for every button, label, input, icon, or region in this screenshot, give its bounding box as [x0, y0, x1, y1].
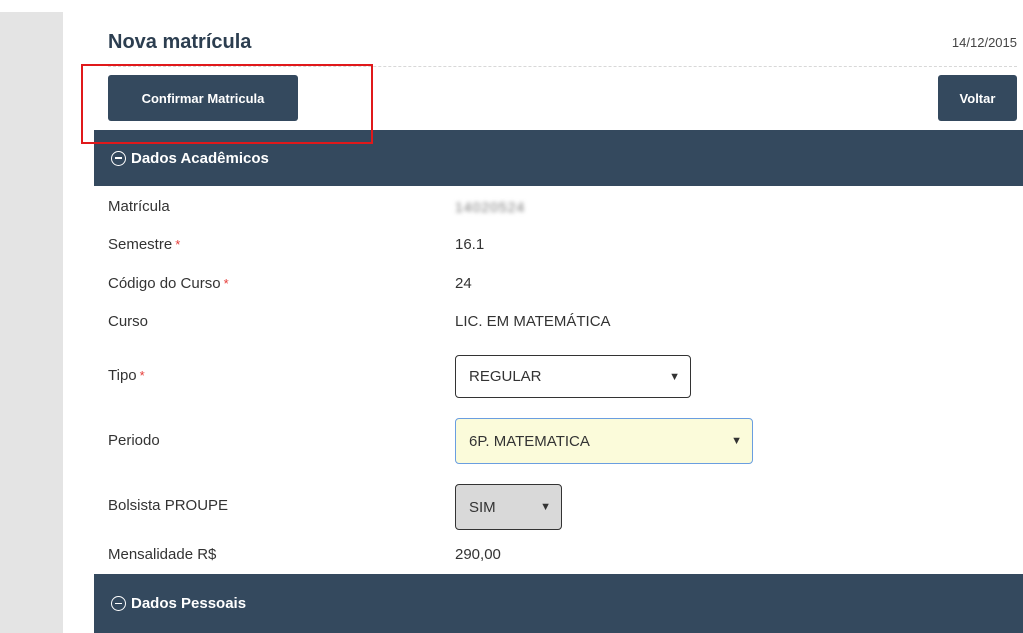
codigo-curso-label: Código do Curso *	[108, 275, 229, 292]
tipo-select[interactable]: REGULAR ▼	[455, 355, 691, 398]
dropdown-arrow-icon: ▼	[669, 370, 680, 383]
title-divider	[108, 66, 1017, 67]
section-title: Dados Pessoais	[131, 595, 247, 612]
section-header-dados-academicos[interactable]: Dados Acadêmicos	[94, 130, 1023, 186]
periodo-label: Periodo	[108, 432, 160, 449]
periodo-select[interactable]: 6P. MATEMATICA ▼	[455, 418, 753, 464]
bolsista-select[interactable]: SIM ▼	[455, 484, 562, 530]
curso-label: Curso	[108, 313, 149, 330]
mensalidade-value: 290,00	[455, 546, 501, 563]
required-asterisk: *	[175, 237, 181, 252]
collapse-minus-icon	[111, 596, 126, 611]
confirm-matricula-button[interactable]: Confirmar Matricula	[108, 75, 298, 121]
codigo-curso-value: 24	[455, 275, 472, 292]
page-title: Nova matrícula	[108, 31, 252, 53]
mensalidade-label: Mensalidade R$	[108, 546, 217, 563]
dropdown-arrow-icon: ▼	[731, 435, 742, 447]
dropdown-arrow-icon: ▼	[540, 501, 551, 513]
matricula-label: Matrícula	[108, 198, 170, 215]
tipo-selected-value: REGULAR	[469, 368, 542, 385]
required-asterisk: *	[139, 368, 145, 383]
collapse-minus-icon	[111, 150, 126, 166]
matricula-value: 14020524	[455, 199, 526, 215]
top-strip	[0, 0, 1023, 12]
curso-value: LIC. EM MATEMÁTICA	[455, 313, 611, 330]
required-asterisk: *	[223, 276, 229, 291]
bolsista-label: Bolsista PROUPE	[108, 497, 229, 514]
section-header-dados-pessoais[interactable]: Dados Pessoais	[94, 574, 1023, 633]
main-panel: Nova matrícula 14/12/2015 Confirmar Matr…	[63, 12, 1023, 633]
semestre-label: Semestre *	[108, 236, 181, 253]
semestre-value: 16.1	[455, 236, 485, 253]
periodo-selected-value: 6P. MATEMATICA	[469, 432, 590, 450]
tipo-label: Tipo *	[108, 367, 145, 384]
page-date: 14/12/2015	[951, 35, 1017, 50]
back-button[interactable]: Voltar	[938, 75, 1017, 121]
section-title: Dados Acadêmicos	[131, 149, 269, 167]
academic-form: Matrícula 14020524 Semestre * 16.1 Código…	[94, 186, 1023, 574]
left-gutter	[0, 12, 63, 633]
bolsista-selected-value: SIM	[469, 498, 496, 516]
